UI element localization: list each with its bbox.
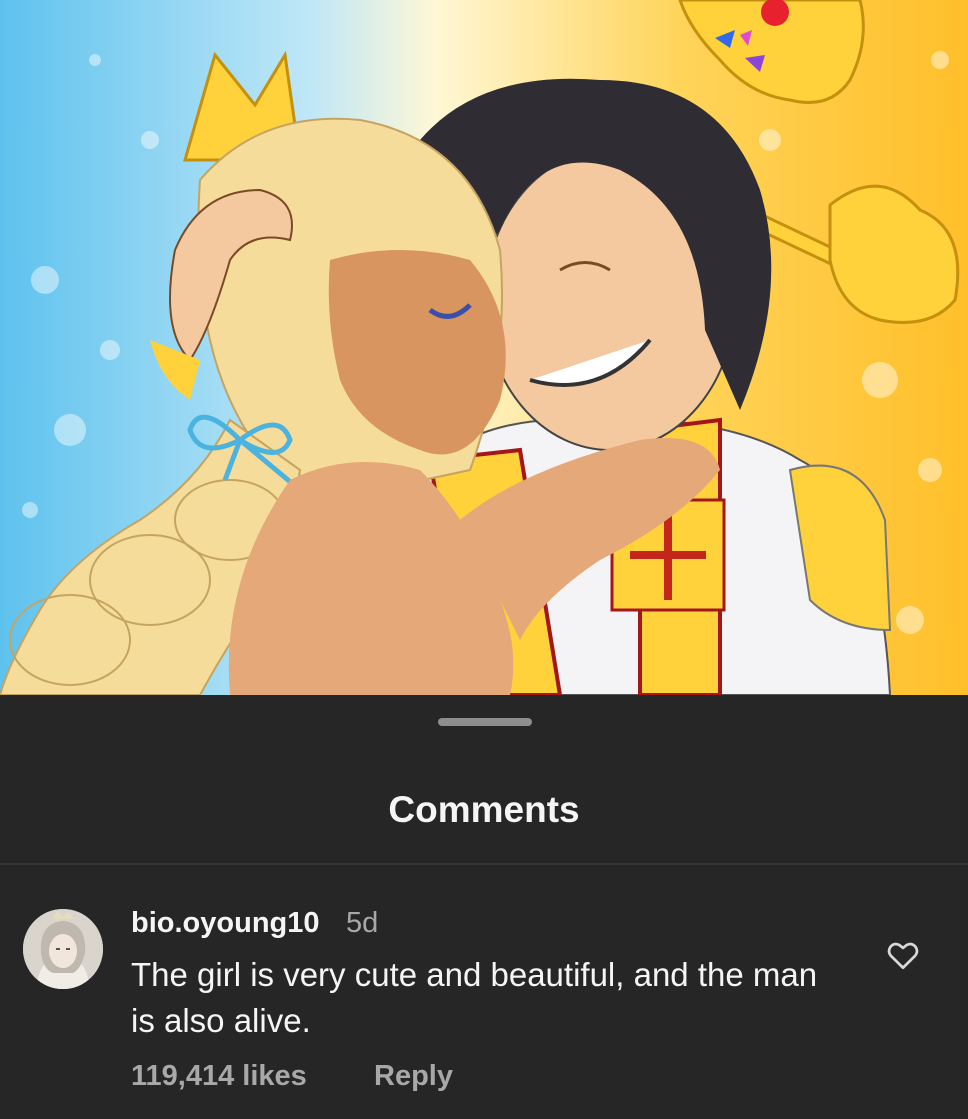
comment-item: bio.oyoung10 5d The girl is very cute an… (0, 867, 968, 1119)
illustration-icon (0, 0, 968, 695)
avatar-icon (23, 909, 103, 989)
comment-likes[interactable]: 119,414 likes (131, 1060, 307, 1093)
comments-sheet: Comments bio.oyoung10 5d The girl is ver… (0, 695, 968, 1119)
post-image[interactable] (0, 0, 968, 695)
divider (0, 863, 968, 865)
sheet-title: Comments (388, 789, 580, 830)
avatar[interactable] (23, 909, 103, 989)
heart-outline-icon[interactable] (885, 937, 921, 973)
comment-username[interactable]: bio.oyoung10 (131, 907, 320, 940)
reply-button[interactable]: Reply (374, 1060, 453, 1093)
drag-handle[interactable] (438, 718, 532, 726)
comment-time: 5d (346, 907, 379, 939)
comment-text: The girl is very cute and beautiful, and… (131, 956, 818, 1039)
